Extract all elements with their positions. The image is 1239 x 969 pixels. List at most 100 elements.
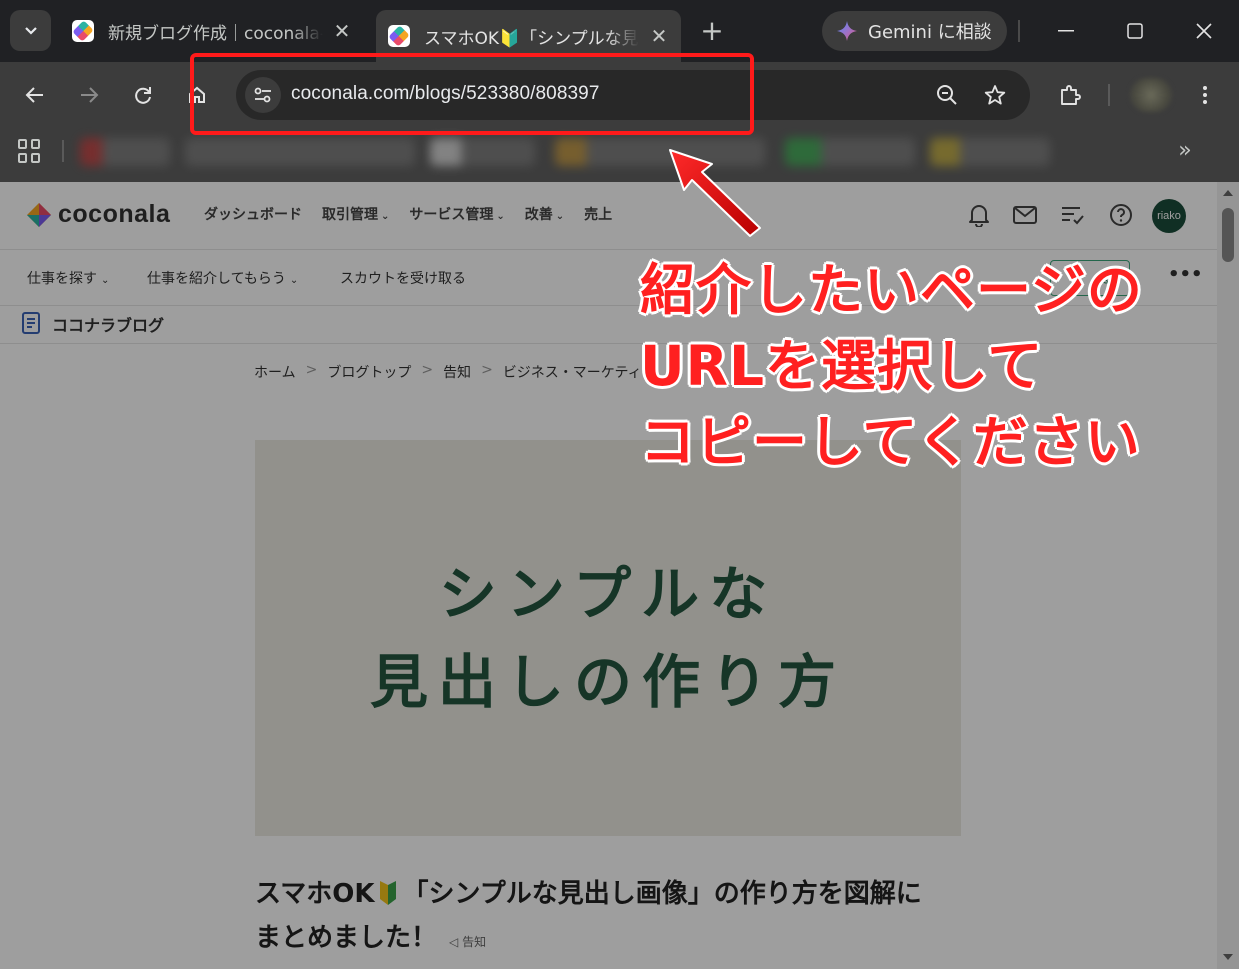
tab-search-button[interactable] [10,10,51,51]
hero-image: シンプルな 見出しの作り方 [255,440,961,836]
breadcrumb-category[interactable]: ビジネス・マーケティン [503,362,656,382]
coconala-logo[interactable]: coconala [26,200,170,229]
site-header: coconala ダッシュボード 取引管理 ⌄ サービス管理 ⌄ 改善 ⌄ 売上 ri… [0,182,1217,250]
nav-services[interactable]: サービス管理 ⌄ [409,204,504,224]
subnav-referral[interactable]: 仕事を紹介してもらう ⌄ [147,268,298,288]
breadcrumb-home[interactable]: ホーム [254,362,296,382]
divider [1108,84,1110,106]
close-icon[interactable]: ✕ [649,24,669,48]
bookmark-item[interactable] [430,138,535,166]
breadcrumb-announcement[interactable]: 告知 [443,362,471,382]
category-tag[interactable]: ◁ 告知 [449,935,486,949]
forward-button[interactable] [70,76,108,114]
divider [62,140,64,162]
notification-button[interactable] [966,202,992,228]
nav-dashboard[interactable]: ダッシュボード [204,204,302,224]
new-tab-button[interactable]: + [697,14,727,48]
callout-line: コピーしてください [640,410,1141,474]
mail-icon [1013,206,1037,224]
tab-title: 新規ブログ作成｜coconala- [108,23,323,44]
scrollbar-thumb[interactable] [1222,208,1234,262]
more-vertical-icon [1203,86,1207,104]
bookmark-item[interactable] [785,138,915,166]
subnav-scout[interactable]: スカウトを受け取る [340,268,466,288]
browser-menu-button[interactable] [1192,80,1218,110]
chevron-down-icon: ⌄ [555,211,565,222]
main-nav: ダッシュボード 取引管理 ⌄ サービス管理 ⌄ 改善 ⌄ 売上 [204,204,612,224]
gemini-button[interactable]: Gemini に相談 [822,11,1007,51]
zoom-out-icon [937,85,957,105]
extensions-button[interactable] [1053,78,1087,112]
checklist-icon [1062,207,1084,225]
puzzle-icon [1061,85,1081,105]
instruction-callout: 紹介したいページの URLを選択して コピーしてください [640,252,1180,480]
todo-button[interactable] [1059,202,1085,228]
close-window-button[interactable] [1184,12,1224,50]
user-avatar[interactable]: riako [1152,199,1186,233]
blog-title[interactable]: ココナラブログ [52,312,164,336]
minimize-icon [1058,30,1074,32]
help-button[interactable] [1108,202,1134,228]
tab-title: スマホOK🔰「シンプルな見出し [424,28,639,49]
nav-sales[interactable]: 売上 [584,204,612,224]
chevron-down-icon: ⌄ [289,275,299,286]
close-icon[interactable]: ✕ [332,19,352,43]
chevron-down-icon [24,26,37,35]
arrow-left-icon [25,87,43,103]
reload-icon [135,87,151,104]
bookmark-item[interactable] [185,138,415,166]
bookmark-item[interactable] [930,138,1050,166]
title-text: 「シンプルな見出し画像」の作り方を図解に [402,879,922,909]
bookmarks-overflow-button[interactable]: » [1172,136,1198,166]
tab-new-blog[interactable]: 新規ブログ作成｜coconala- ✕ [60,10,364,52]
reload-button[interactable] [124,76,162,114]
callout-line: URLを選択して [640,334,1044,398]
chevron-down-icon: ⌄ [381,211,390,222]
gemini-label: Gemini に相談 [868,22,992,43]
megaphone-icon: ◁ [449,935,463,949]
title-text: まとめました！ [255,923,438,953]
annotation-arrow [669,149,761,237]
minimize-button[interactable] [1046,12,1086,50]
bookmarks-bar: » [0,128,1239,182]
breadcrumb-blog-top[interactable]: ブログトップ [327,362,411,382]
bookmark-button[interactable] [982,82,1008,108]
breadcrumb-separator: > [305,362,318,378]
chevron-down-icon: ⌄ [496,211,505,222]
callout-line: 紹介したいページの [640,258,1143,322]
close-icon [1196,23,1212,39]
nav-transactions[interactable]: 取引管理 ⌄ [322,204,389,224]
hero-text-line: 見出しの作り方 [369,648,846,716]
hero-text-line: シンプルな [438,560,778,628]
title-text: スマホOK [255,879,375,909]
apps-grid-icon[interactable] [18,139,42,163]
zoom-button[interactable] [934,82,960,108]
breadcrumb-separator: > [481,362,493,378]
back-button[interactable] [16,76,54,114]
arrow-right-icon [81,87,99,103]
gemini-star-icon [836,20,858,42]
messages-button[interactable] [1012,202,1038,228]
maximize-button[interactable] [1115,12,1155,50]
coconala-favicon-icon [388,25,410,47]
scroll-up-icon[interactable] [1223,190,1233,196]
logo-text: coconala [58,200,171,228]
article-title: スマホOK 「シンプルな見出し画像」の作り方を図解に まとめました！ ◁ 告知 [255,872,975,964]
maximize-icon [1127,23,1143,39]
star-icon [984,85,1006,105]
document-icon [22,312,40,334]
divider [1018,20,1020,42]
url-highlight-box [190,53,754,135]
coconala-favicon-icon [72,20,94,42]
chevron-down-icon: ⌄ [101,275,110,286]
bookmark-item[interactable] [80,138,170,166]
beginner-mark-icon [380,881,397,905]
bell-icon [969,205,989,227]
profile-avatar[interactable] [1130,78,1172,112]
subnav-find-work[interactable]: 仕事を探す ⌄ [27,268,109,288]
page-scrollbar[interactable] [1217,182,1239,969]
browser-window: 新規ブログ作成｜coconala- ✕ スマホOK🔰「シンプルな見出し ✕ + … [0,0,1239,969]
breadcrumb-separator: > [421,362,434,378]
scroll-down-icon[interactable] [1223,954,1233,960]
nav-improve[interactable]: 改善 ⌄ [525,204,564,224]
